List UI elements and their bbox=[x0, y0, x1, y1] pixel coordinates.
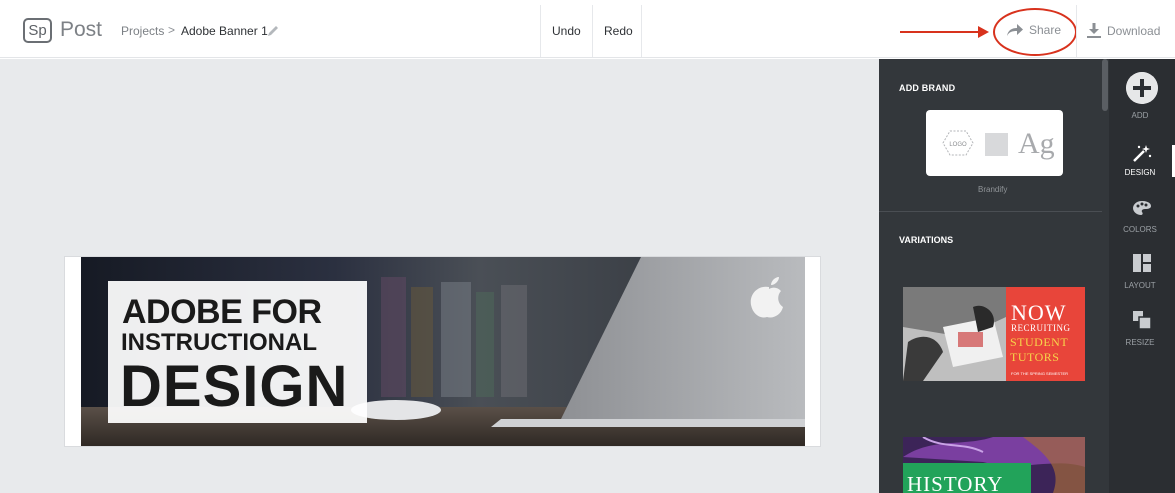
annotation-arrow-head bbox=[978, 26, 989, 38]
variation-thumbnail[interactable]: NOW RECRUITING STUDENT TUTORS FOR THE SP… bbox=[903, 287, 1085, 381]
toolbar-divider bbox=[540, 5, 541, 57]
top-bar: Sp Post Projects > Adobe Banner 1 Undo R… bbox=[0, 0, 1175, 58]
rail-resize-label[interactable]: RESIZE bbox=[1109, 338, 1171, 347]
panel-divider bbox=[879, 211, 1102, 212]
annotation-arrow-line bbox=[900, 31, 980, 33]
banner-line-3: DESIGN bbox=[120, 354, 349, 419]
spark-logo[interactable]: Sp bbox=[23, 18, 52, 43]
breadcrumb-projects-link[interactable]: Projects bbox=[121, 24, 164, 38]
variation-thumbnail[interactable]: HISTORY bbox=[903, 437, 1085, 493]
variation-line: STUDENT bbox=[1010, 335, 1069, 349]
tool-rail bbox=[1109, 59, 1175, 493]
toolbar-divider bbox=[592, 5, 593, 57]
share-button[interactable]: Share bbox=[1006, 23, 1061, 37]
variation-photo bbox=[903, 287, 1006, 381]
rail-design-label[interactable]: DESIGN bbox=[1109, 168, 1171, 177]
brandify-label: Brandify bbox=[978, 185, 1008, 194]
banner-text-block[interactable]: ADOBE FOR INSTRUCTIONAL DESIGN bbox=[108, 281, 367, 423]
rail-layout-label[interactable]: LAYOUT bbox=[1109, 281, 1171, 290]
pencil-icon[interactable] bbox=[266, 24, 280, 38]
brand-color-swatch bbox=[985, 133, 1008, 156]
variations-heading: VARIATIONS bbox=[899, 235, 954, 245]
download-icon bbox=[1087, 23, 1101, 38]
panel-scrollbar[interactable] bbox=[1102, 59, 1108, 111]
toolbar-divider bbox=[641, 5, 642, 57]
logo-placeholder-icon: LOGO bbox=[942, 130, 974, 156]
toolbar-divider bbox=[1076, 5, 1077, 57]
redo-button[interactable]: Redo bbox=[604, 24, 633, 38]
variation-caption: FOR THE SPRING SEMESTER bbox=[1011, 371, 1069, 376]
variation-line: TUTORS bbox=[1010, 350, 1060, 364]
palette-icon[interactable] bbox=[1132, 200, 1152, 216]
brand-font-sample: Ag bbox=[1018, 127, 1055, 160]
share-label: Share bbox=[1029, 23, 1062, 37]
rail-add-label[interactable]: ADD bbox=[1109, 111, 1171, 120]
app-name: Post bbox=[60, 18, 103, 41]
banner-artboard[interactable]: ADOBE FOR INSTRUCTIONAL DESIGN bbox=[64, 256, 821, 447]
undo-button[interactable]: Undo bbox=[552, 24, 581, 38]
magic-wand-icon[interactable] bbox=[1131, 143, 1153, 163]
banner-line-1: ADOBE FOR bbox=[122, 293, 322, 331]
plus-circle-icon[interactable] bbox=[1126, 72, 1158, 104]
variation-line: RECRUITING bbox=[1011, 323, 1071, 333]
share-arrow-icon bbox=[1007, 24, 1023, 36]
breadcrumb-separator: > bbox=[168, 23, 176, 37]
layout-icon[interactable] bbox=[1133, 254, 1151, 272]
add-brand-heading: ADD BRAND bbox=[899, 83, 956, 93]
brandify-card[interactable]: LOGO Ag bbox=[926, 110, 1063, 176]
logo-placeholder-text: LOGO bbox=[949, 142, 967, 148]
breadcrumb-project-title[interactable]: Adobe Banner 1 bbox=[181, 24, 268, 38]
download-button[interactable]: Download bbox=[1087, 23, 1160, 38]
resize-icon[interactable] bbox=[1133, 311, 1151, 329]
download-label: Download bbox=[1107, 23, 1161, 38]
rail-colors-label[interactable]: COLORS bbox=[1109, 225, 1171, 234]
design-canvas[interactable]: ADOBE FOR INSTRUCTIONAL DESIGN bbox=[0, 59, 879, 493]
variation-title: HISTORY bbox=[907, 472, 1004, 493]
